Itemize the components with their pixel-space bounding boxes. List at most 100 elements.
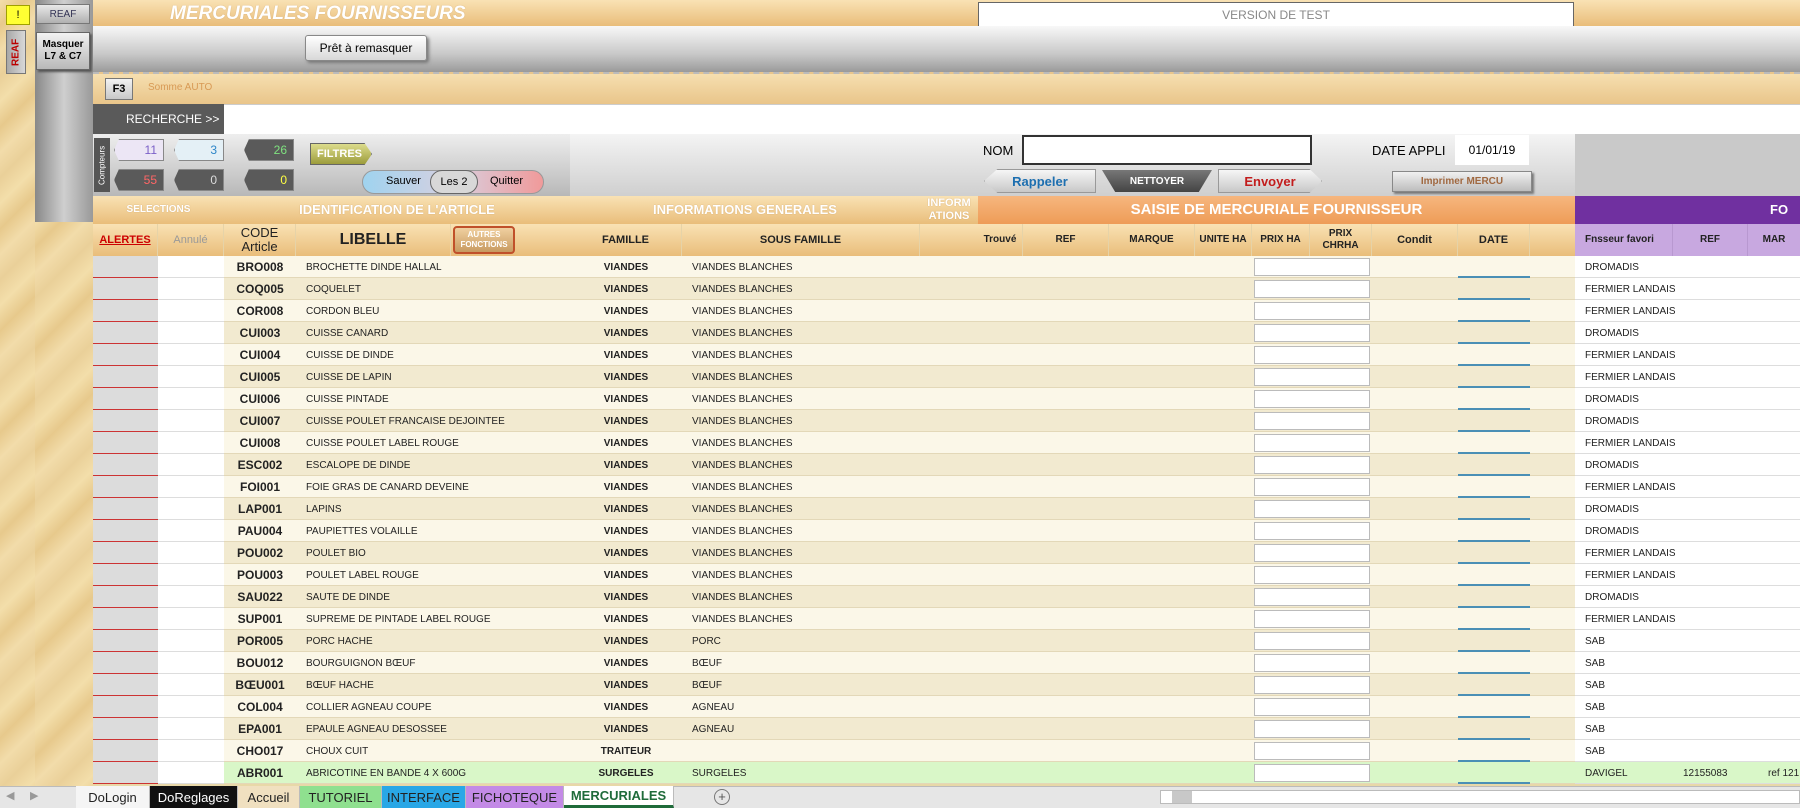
fnsseur-cell[interactable]: FERMIER LANDAIS — [1585, 608, 1675, 630]
col-trouve[interactable]: Trouvé — [978, 224, 1023, 256]
nettoyer-button[interactable]: NETTOYER — [1102, 170, 1212, 192]
mar-cell[interactable] — [1768, 696, 1800, 718]
tab-tutoriel[interactable]: TUTORIEL — [300, 786, 382, 808]
table-row[interactable]: CUI007 CUISSE POULET FRANCAISE DEJOINTEE V… — [0, 410, 1800, 432]
annule-cell[interactable] — [158, 564, 224, 586]
tab-dologin[interactable]: DoLogin — [76, 786, 150, 808]
fnsseur-cell[interactable]: FERMIER LANDAIS — [1585, 564, 1675, 586]
prix-ha-input[interactable] — [1254, 544, 1370, 562]
table-row[interactable]: POR005 PORC HACHE VIANDES PORC SAB — [0, 630, 1800, 652]
date-cell[interactable] — [1458, 454, 1530, 476]
alert-cell[interactable] — [93, 740, 158, 762]
prix-ha-input[interactable] — [1254, 698, 1370, 716]
sous-famille-cell[interactable]: SURGELES — [692, 762, 920, 784]
fnsseur-cell[interactable]: SAB — [1585, 718, 1675, 740]
col-marque[interactable]: MARQUE — [1109, 224, 1195, 256]
alert-cell[interactable] — [93, 762, 158, 784]
famille-cell[interactable]: VIANDES — [570, 300, 682, 322]
alert-cell[interactable] — [93, 300, 158, 322]
famille-cell[interactable]: VIANDES — [570, 608, 682, 630]
fnsseur-cell[interactable]: SAB — [1585, 740, 1675, 762]
date-cell[interactable] — [1458, 344, 1530, 366]
date-cell[interactable] — [1458, 608, 1530, 630]
code-cell[interactable]: SUP001 — [224, 608, 296, 630]
prix-ha-input[interactable] — [1254, 610, 1370, 628]
sous-famille-cell[interactable]: VIANDES BLANCHES — [692, 432, 920, 454]
alert-cell[interactable] — [93, 388, 158, 410]
sous-famille-cell[interactable]: VIANDES BLANCHES — [692, 410, 920, 432]
sous-famille-cell[interactable]: VIANDES BLANCHES — [692, 256, 920, 278]
famille-cell[interactable]: VIANDES — [570, 454, 682, 476]
date-cell[interactable] — [1458, 300, 1530, 322]
sous-famille-cell[interactable]: VIANDES BLANCHES — [692, 498, 920, 520]
prix-ha-input[interactable] — [1254, 368, 1370, 386]
ref2-cell[interactable] — [1683, 366, 1748, 388]
tab-mercuriales[interactable]: MERCURIALES — [564, 786, 674, 808]
fnsseur-cell[interactable]: DROMADIS — [1585, 520, 1675, 542]
fnsseur-cell[interactable]: SAB — [1585, 652, 1675, 674]
ref2-cell[interactable] — [1683, 476, 1748, 498]
date-cell[interactable] — [1458, 278, 1530, 300]
annule-cell[interactable] — [158, 740, 224, 762]
table-row[interactable]: ABR001 ABRICOTINE EN BANDE 4 X 600G SURGEL… — [0, 762, 1800, 784]
annule-cell[interactable] — [158, 586, 224, 608]
prix-ha-input[interactable] — [1254, 346, 1370, 364]
annule-cell[interactable] — [158, 278, 224, 300]
code-cell[interactable]: ESC002 — [224, 454, 296, 476]
code-cell[interactable]: POR005 — [224, 630, 296, 652]
fnsseur-cell[interactable]: FERMIER LANDAIS — [1585, 542, 1675, 564]
annule-cell[interactable] — [158, 498, 224, 520]
code-cell[interactable]: BŒU001 — [224, 674, 296, 696]
date-cell[interactable] — [1458, 564, 1530, 586]
table-row[interactable]: EPA001 EPAULE AGNEAU DESOSSEE VIANDES AGNEA… — [0, 718, 1800, 740]
ref2-cell[interactable] — [1683, 696, 1748, 718]
annule-cell[interactable] — [158, 476, 224, 498]
sous-famille-cell[interactable]: BŒUF — [692, 652, 920, 674]
sous-famille-cell[interactable]: VIANDES BLANCHES — [692, 520, 920, 542]
masquer-button[interactable]: Masquer L7 & C7 — [36, 32, 90, 70]
code-cell[interactable]: FOI001 — [224, 476, 296, 498]
filtres-button[interactable]: FILTRES — [310, 143, 372, 165]
sous-famille-cell[interactable]: VIANDES BLANCHES — [692, 388, 920, 410]
alert-cell[interactable] — [93, 278, 158, 300]
date-cell[interactable] — [1458, 388, 1530, 410]
ref2-cell[interactable] — [1683, 586, 1748, 608]
ref2-cell[interactable] — [1683, 256, 1748, 278]
mar-cell[interactable] — [1768, 300, 1800, 322]
code-cell[interactable]: CUI004 — [224, 344, 296, 366]
alert-cell[interactable] — [93, 674, 158, 696]
table-row[interactable]: CUI005 CUISSE DE LAPIN VIANDES VIANDES BLAN… — [0, 366, 1800, 388]
alert-cell[interactable] — [93, 432, 158, 454]
annule-cell[interactable] — [158, 696, 224, 718]
alert-cell[interactable] — [93, 322, 158, 344]
annule-cell[interactable] — [158, 762, 224, 784]
famille-cell[interactable]: VIANDES — [570, 476, 682, 498]
add-sheet-icon[interactable]: + — [714, 789, 730, 805]
code-cell[interactable]: CUI007 — [224, 410, 296, 432]
mar-cell[interactable] — [1768, 388, 1800, 410]
sous-famille-cell[interactable]: VIANDES BLANCHES — [692, 586, 920, 608]
annule-cell[interactable] — [158, 366, 224, 388]
code-cell[interactable]: CUI003 — [224, 322, 296, 344]
annule-cell[interactable] — [158, 344, 224, 366]
code-cell[interactable]: CUI005 — [224, 366, 296, 388]
alert-cell[interactable] — [93, 344, 158, 366]
ref2-cell[interactable] — [1683, 674, 1748, 696]
col-unite[interactable]: UNITE HA — [1195, 224, 1252, 256]
mar-cell[interactable] — [1768, 476, 1800, 498]
fnsseur-cell[interactable]: DROMADIS — [1585, 256, 1675, 278]
prix-ha-input[interactable] — [1254, 280, 1370, 298]
ref2-cell[interactable] — [1683, 344, 1748, 366]
mar-cell[interactable] — [1768, 740, 1800, 762]
ref2-cell[interactable] — [1683, 300, 1748, 322]
sous-famille-cell[interactable]: VIANDES BLANCHES — [692, 542, 920, 564]
alert-cell[interactable] — [93, 366, 158, 388]
annule-cell[interactable] — [158, 454, 224, 476]
annule-cell[interactable] — [158, 542, 224, 564]
mar-cell[interactable] — [1768, 410, 1800, 432]
f3-key[interactable]: F3 — [105, 78, 133, 100]
scrollbar-thumb[interactable] — [1172, 791, 1192, 803]
mar-cell[interactable] — [1768, 630, 1800, 652]
alert-cell[interactable] — [93, 718, 158, 740]
date-cell[interactable] — [1458, 740, 1530, 762]
